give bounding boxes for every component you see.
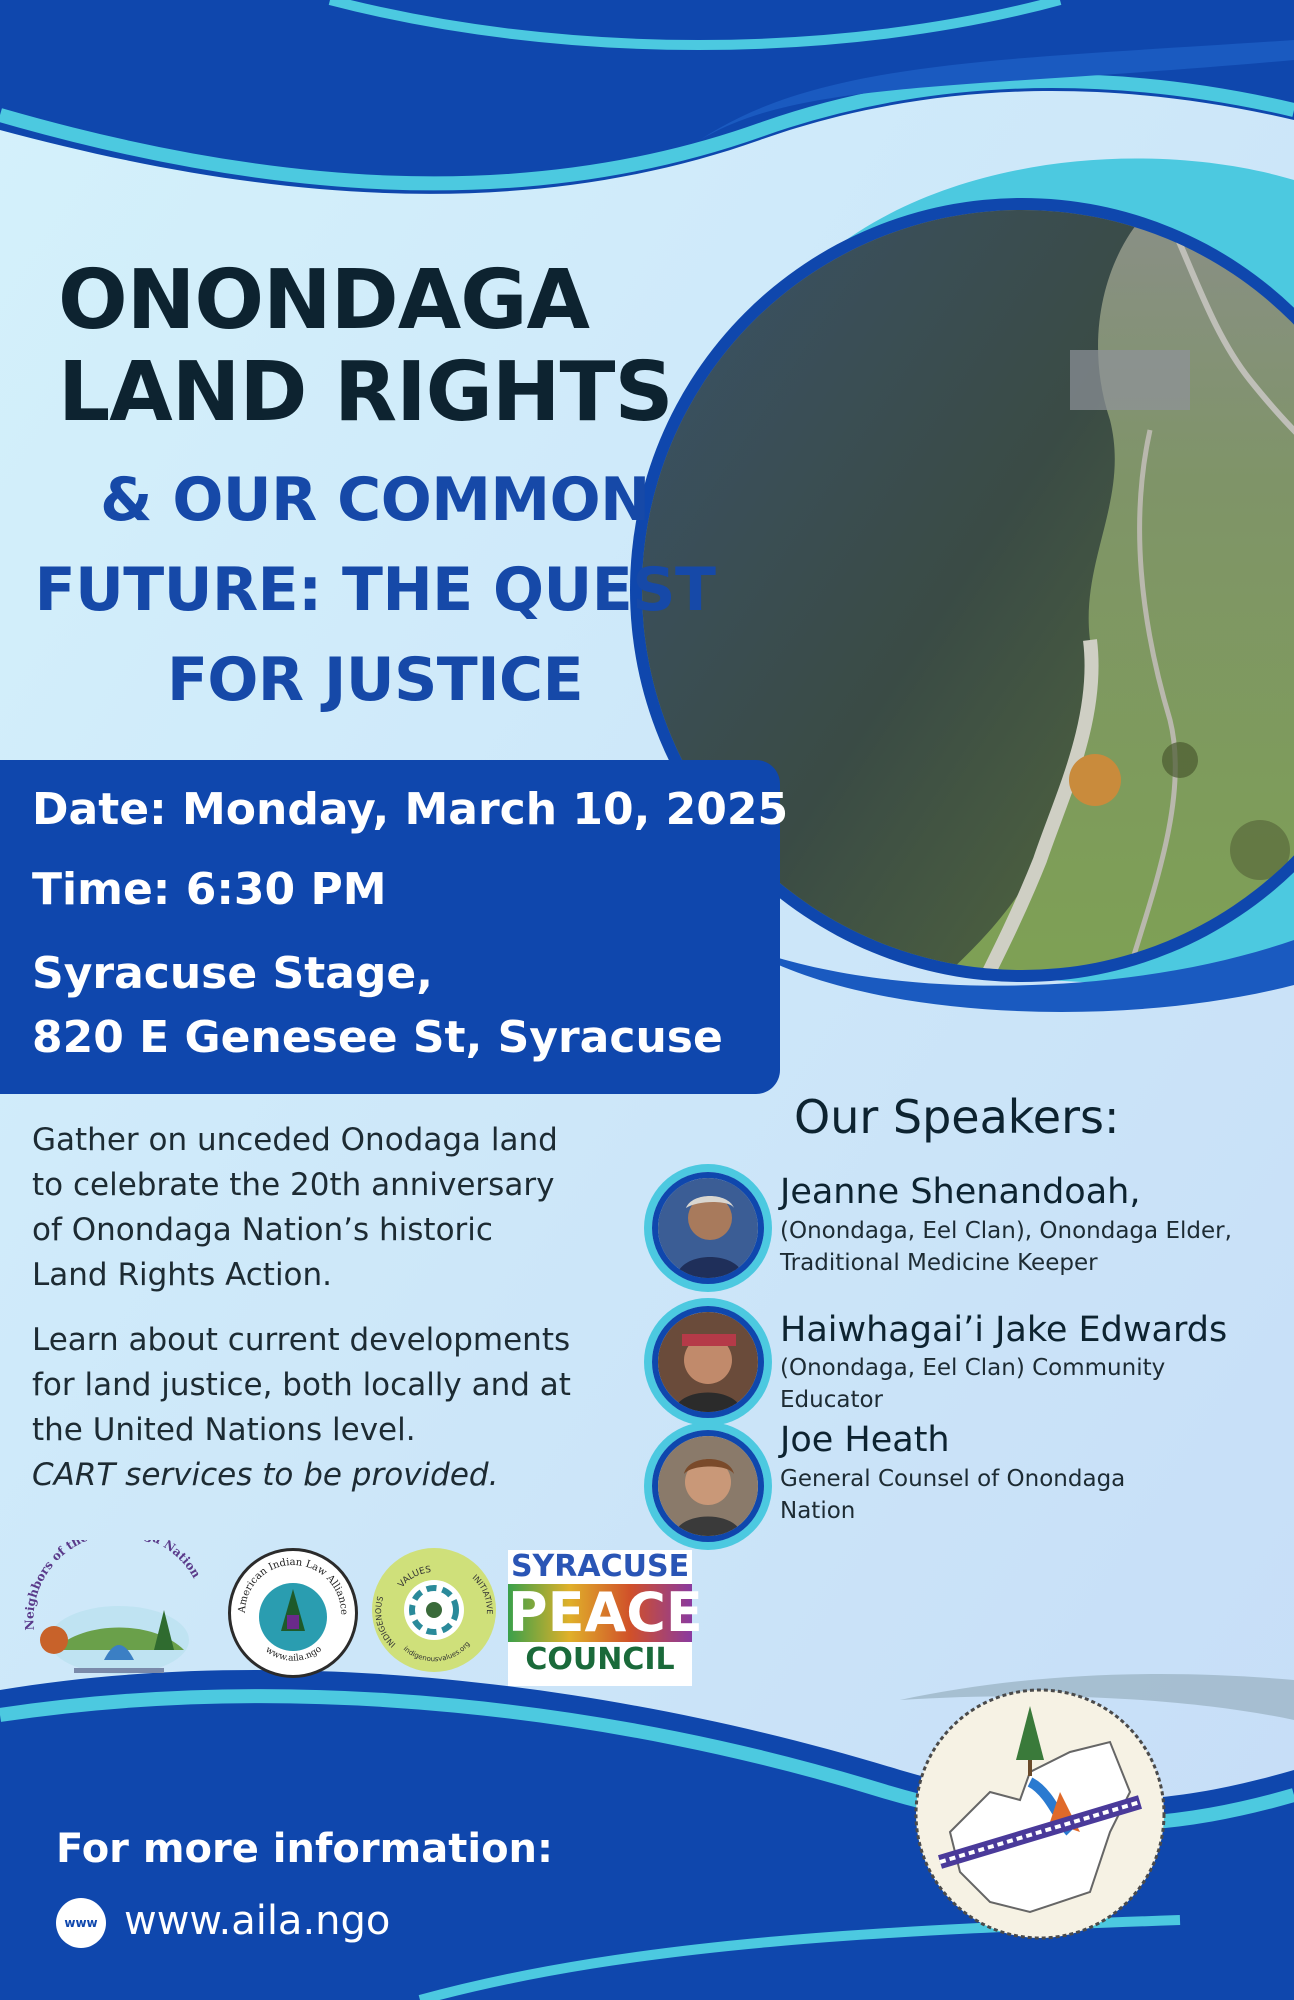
avatar (658, 1178, 758, 1278)
subtitle-line-3: FOR JUSTICE (166, 645, 584, 715)
indigenous-text: INDIGENOUS (374, 1595, 397, 1649)
onondaga-territory-emblem (914, 1688, 1166, 1940)
description-paragraph-2: Learn about current developments for lan… (32, 1318, 632, 1498)
description-line: of Onondaga Nation’s historic (32, 1212, 493, 1248)
peace-logo-line-1: SYRACUSE (510, 1549, 690, 1584)
subtitle-line-1: & OUR COMMON (100, 465, 650, 535)
syracuse-peace-council-logo: SYRACUSE PEACE COUNCIL (508, 1549, 703, 1686)
speaker-desc-line: Nation (780, 1498, 856, 1524)
description-line: the United Nations level. (32, 1412, 416, 1448)
peace-logo-line-2: PEACE (508, 1581, 703, 1644)
speaker-name: Joe Heath (780, 1420, 950, 1460)
speaker-photo-joe (652, 1430, 764, 1542)
description-paragraph-1: Gather on unceded Onodaga land to celebr… (32, 1118, 632, 1298)
title-line-1: ONONDAGA (58, 253, 590, 348)
neighbors-of-onondaga-logo: Neighbors of the Onondaga Nation (22, 1540, 204, 1674)
subtitle-line-2: FUTURE: THE QUEST (34, 555, 716, 625)
description-line: for land justice, both locally and at (32, 1367, 571, 1403)
speaker-desc-line: (Onondaga, Eel Clan), Onondaga Elder, (780, 1218, 1232, 1244)
svg-text:INDIGENOUS: INDIGENOUS (374, 1595, 397, 1649)
indigenous-values-graphic: VALUES INDIGENOUS INITIATIVE indigenousv… (374, 1565, 494, 1663)
speaker-description: (Onondaga, Eel Clan) Community Educator (780, 1352, 1280, 1416)
description-line: to celebrate the 20th anniversary (32, 1167, 555, 1203)
speakers-heading: Our Speakers: (794, 1090, 1120, 1144)
event-venue-name: Syracuse Stage, (32, 948, 433, 999)
speaker-desc-line: Educator (780, 1387, 883, 1413)
speaker-name: Haiwhagai’i Jake Edwards (780, 1310, 1228, 1350)
event-time: Time: 6:30 PM (32, 864, 387, 915)
speaker-photo-jeanne (652, 1172, 764, 1284)
title-line-2: LAND RIGHTS (58, 345, 674, 440)
avatar (658, 1436, 758, 1536)
globe-icon: www (56, 1898, 106, 1948)
description-line: Land Rights Action. (32, 1257, 333, 1293)
aila-logo: American Indian Law Alliance www.aila.ng… (228, 1548, 358, 1678)
speaker-description: General Counsel of Onondaga Nation (780, 1463, 1280, 1527)
values-url-text: indigenousvalues.org (402, 1640, 472, 1663)
website-link[interactable]: www.aila.ngo (124, 1898, 390, 1944)
more-info-heading: For more information: (56, 1826, 554, 1872)
svg-text:INITIATIVE: INITIATIVE (471, 1573, 494, 1615)
peace-logo-line-3: COUNCIL (525, 1642, 675, 1677)
speaker-desc-line: Traditional Medicine Keeper (780, 1250, 1098, 1276)
event-venue-address: 820 E Genesee St, Syracuse (32, 1012, 723, 1063)
description-line: Learn about current developments (32, 1322, 571, 1358)
cart-services-note: CART services to be provided. (32, 1457, 499, 1493)
globe-icon-text: www (64, 1916, 98, 1930)
aila-logo-graphic: American Indian Law Alliance www.aila.ng… (237, 1557, 349, 1664)
subtitle: & OUR COMMON FUTURE: THE QUEST FOR JUSTI… (30, 455, 720, 725)
speaker-photo-jake (652, 1306, 764, 1418)
speaker-desc-line: General Counsel of Onondaga (780, 1466, 1126, 1492)
indigenous-values-logo: VALUES INDIGENOUS INITIATIVE indigenousv… (372, 1548, 496, 1672)
svg-text:indigenousvalues.org: indigenousvalues.org (402, 1640, 472, 1663)
initiative-text: INITIATIVE (471, 1573, 494, 1615)
event-date: Date: Monday, March 10, 2025 (32, 784, 789, 835)
speaker-description: (Onondaga, Eel Clan), Onondaga Elder, Tr… (780, 1215, 1280, 1279)
speaker-desc-line: (Onondaga, Eel Clan) Community (780, 1355, 1166, 1381)
avatar (658, 1312, 758, 1412)
main-title: ONONDAGA LAND RIGHTS (58, 255, 698, 439)
speaker-name: Jeanne Shenandoah, (780, 1172, 1141, 1212)
description-line: Gather on unceded Onodaga land (32, 1122, 558, 1158)
